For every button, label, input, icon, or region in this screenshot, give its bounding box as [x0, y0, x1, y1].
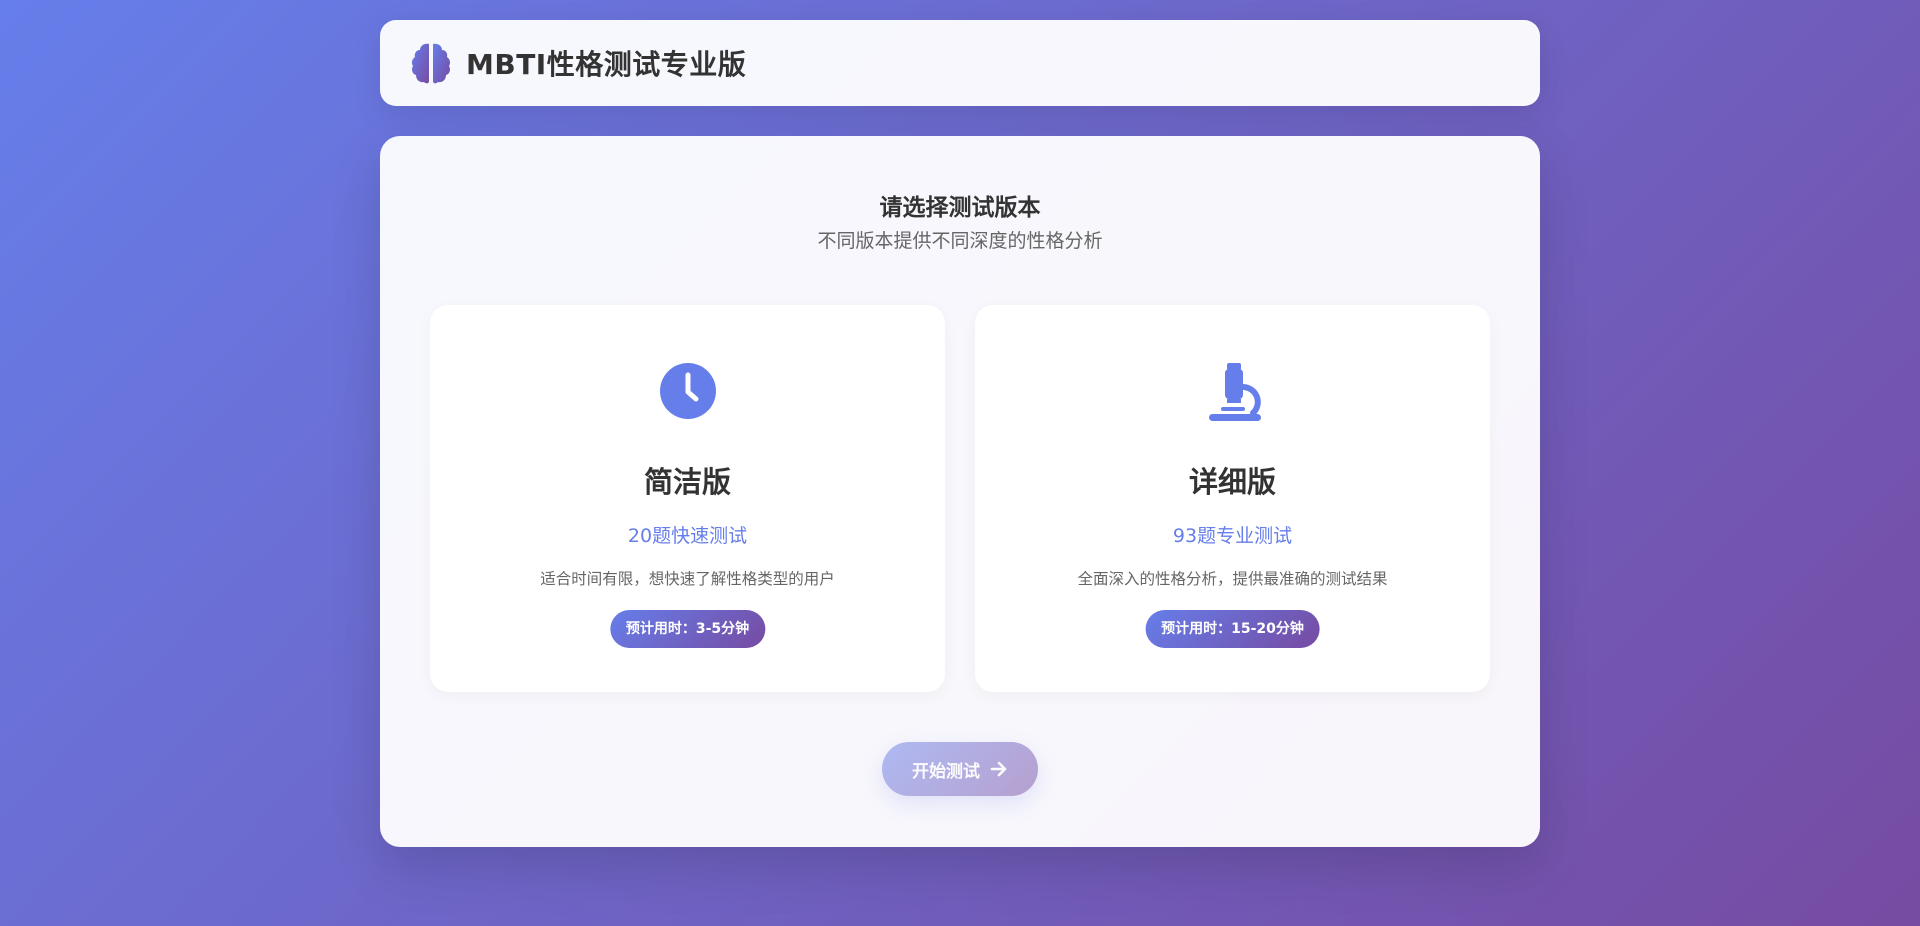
start-button-label: 开始测试 — [912, 761, 980, 782]
app-header: MBTI性格测试专业版 — [380, 20, 1540, 106]
start-test-button[interactable]: 开始测试 — [882, 742, 1038, 796]
version-selection-panel: 请选择测试版本 不同版本提供不同深度的性格分析 简洁版 20题快速测试 适合时间… — [380, 136, 1540, 847]
question-count: 20题快速测试 — [627, 525, 748, 547]
section-subtitle: 不同版本提供不同深度的性格分析 — [817, 230, 1103, 252]
question-count: 93题专业测试 — [1172, 525, 1293, 547]
time-badge: 预计用时：3-5分钟 — [609, 610, 766, 648]
version-description: 适合时间有限，想快速了解性格类型的用户 — [540, 570, 835, 588]
arrow-right-icon — [990, 761, 1007, 777]
version-title: 简洁版 — [643, 465, 731, 499]
brain-icon — [411, 43, 451, 84]
version-card-detailed[interactable]: 详细版 93题专业测试 全面深入的性格分析，提供最准确的测试结果 预计用时：15… — [975, 305, 1490, 692]
section-title: 请选择测试版本 — [879, 195, 1041, 221]
time-badge: 预计用时：15-20分钟 — [1145, 610, 1320, 648]
clock-icon — [659, 363, 716, 419]
microscope-icon — [1208, 363, 1261, 421]
version-card-simple[interactable]: 简洁版 20题快速测试 适合时间有限，想快速了解性格类型的用户 预计用时：3-5… — [430, 305, 945, 692]
version-title: 详细版 — [1188, 465, 1276, 499]
version-description: 全面深入的性格分析，提供最准确的测试结果 — [1077, 570, 1388, 588]
app-title: MBTI性格测试专业版 — [466, 48, 747, 81]
